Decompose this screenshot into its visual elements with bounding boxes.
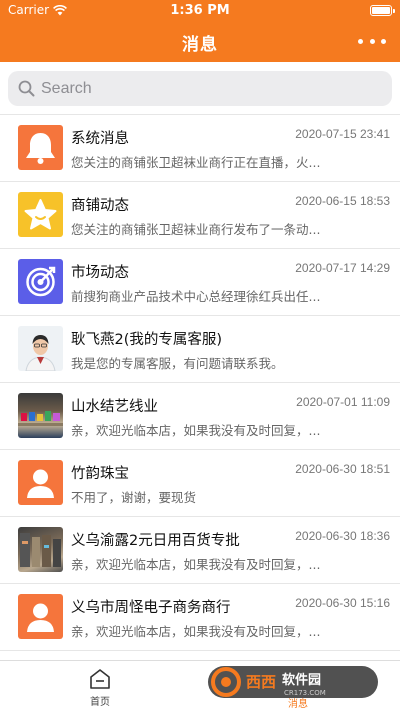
message-row[interactable]: 耿飞燕2(我的专属客服) 我是您的专属客服，有问题请联系我。 (0, 316, 400, 383)
message-preview: 您关注的商铺张卫超袜业商行发布了一条动... (71, 222, 321, 237)
search-input[interactable] (41, 79, 361, 98)
svg-text:软件园: 软件园 (282, 672, 321, 688)
svg-text:CR173.COM: CR173.COM (284, 689, 326, 697)
message-row[interactable]: 市场动态 2020-07-17 14:29 前搜狗商业产品技术中心总经理徐红兵出… (0, 249, 400, 316)
search-box[interactable] (8, 71, 392, 106)
message-title: 商铺动态 (71, 198, 129, 214)
bell-icon (18, 125, 63, 170)
search-bar (0, 62, 400, 114)
message-title: 义乌市周怪电子商务商行 (71, 600, 231, 616)
store-photo (18, 527, 63, 572)
tab-home[interactable]: 首页 (60, 667, 140, 708)
app-header: Carrier 1:36 PM 消息 (0, 0, 400, 62)
message-preview: 您关注的商铺张卫超袜业商行正在直播，火... (71, 155, 321, 170)
shop-photo (18, 393, 63, 438)
message-time: 2020-06-15 18:53 (295, 194, 390, 208)
message-title: 竹韵珠宝 (71, 466, 129, 482)
battery-icon (370, 5, 395, 16)
message-list: 系统消息 2020-07-15 23:41 您关注的商铺张卫超袜业商行正在直播，… (0, 114, 400, 651)
message-preview: 不用了，谢谢，要现货 (71, 490, 197, 505)
message-preview: 前搜狗商业产品技术中心总经理徐红兵出任... (71, 289, 321, 304)
message-title: 市场动态 (71, 265, 129, 281)
user-icon (18, 460, 63, 505)
message-title: 系统消息 (71, 131, 129, 147)
svg-text:西西: 西西 (246, 673, 276, 691)
message-time: 2020-07-01 11:09 (296, 395, 390, 409)
tab-home-label: 首页 (90, 697, 110, 708)
message-row[interactable]: 山水结艺线业 2020-07-01 11:09 亲，欢迎光临本店，如果我没有及时… (0, 383, 400, 450)
message-preview: 亲，欢迎光临本店，如果我没有及时回复，... (71, 624, 321, 639)
search-icon (18, 80, 35, 97)
status-time: 1:36 PM (170, 3, 230, 18)
status-bar: Carrier 1:36 PM (0, 0, 400, 22)
person-photo (18, 326, 63, 371)
user-icon (18, 594, 63, 639)
message-title: 耿飞燕2(我的专属客服) (71, 332, 223, 348)
watermark-logo: 西西 软件园 CR173.COM (208, 666, 378, 698)
message-title: 义乌渝露2元日用百货专批 (71, 533, 240, 549)
page-title: 消息 (182, 35, 218, 55)
message-time: 2020-06-30 18:51 (295, 462, 390, 476)
message-time: 2020-07-15 23:41 (295, 127, 390, 141)
message-row[interactable]: 义乌渝露2元日用百货专批 2020-06-30 18:36 亲，欢迎光临本店，如… (0, 517, 400, 584)
star-icon (18, 192, 63, 237)
message-title: 山水结艺线业 (71, 399, 158, 415)
message-preview: 亲，欢迎光临本店，如果我没有及时回复，... (71, 557, 321, 572)
more-icon[interactable] (358, 32, 386, 50)
message-time: 2020-06-30 15:16 (295, 596, 390, 610)
home-icon (90, 669, 110, 689)
message-preview: 我是您的专属客服，有问题请联系我。 (71, 356, 284, 371)
message-time: 2020-07-17 14:29 (295, 261, 390, 275)
message-preview: 亲，欢迎光临本店，如果我没有及时回复，... (71, 423, 321, 438)
message-row[interactable]: 义乌市周怪电子商务商行 2020-06-30 15:16 亲，欢迎光临本店，如果… (0, 584, 400, 651)
message-row[interactable]: 竹韵珠宝 2020-06-30 18:51 不用了，谢谢，要现货 (0, 450, 400, 517)
message-row[interactable]: 系统消息 2020-07-15 23:41 您关注的商铺张卫超袜业商行正在直播，… (0, 115, 400, 182)
tab-bar: 首页 消息 西西 软件园 CR173.COM (0, 660, 400, 710)
message-row[interactable]: 商铺动态 2020-06-15 18:53 您关注的商铺张卫超袜业商行发布了一条… (0, 182, 400, 249)
target-icon (18, 259, 63, 304)
message-time: 2020-06-30 18:36 (295, 529, 390, 543)
